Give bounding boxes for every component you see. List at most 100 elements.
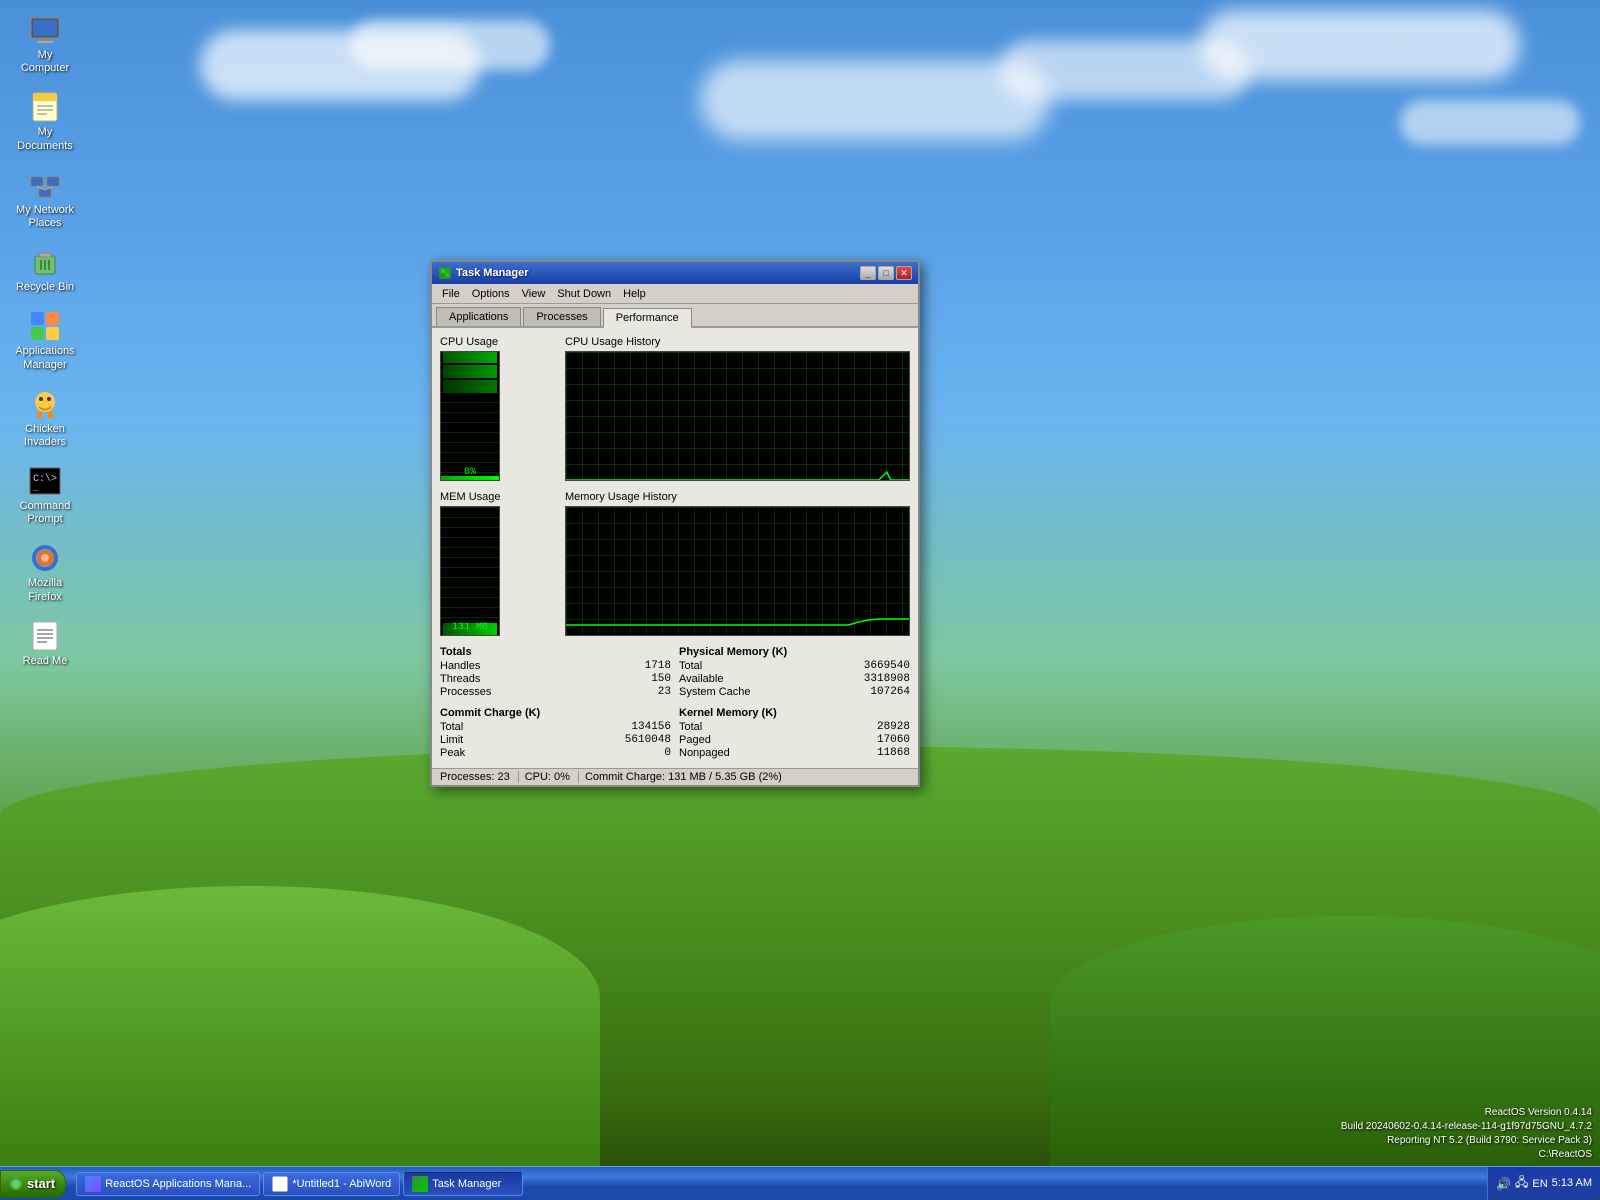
phys-cache-row: System Cache 107264 bbox=[679, 686, 910, 698]
sidebar-item-my-documents[interactable]: My Documents bbox=[10, 87, 80, 156]
desktop: My Computer My Documents bbox=[0, 0, 1600, 1200]
menu-view[interactable]: View bbox=[516, 286, 552, 302]
locale-indicator[interactable]: EN bbox=[1532, 1178, 1547, 1190]
systray: 🔊 🖧 EN 5:13 AM bbox=[1487, 1167, 1600, 1200]
phys-cache-val: 107264 bbox=[870, 686, 910, 698]
sidebar-item-apps-manager[interactable]: Applications Manager bbox=[10, 306, 80, 375]
taskbar-apps-manager-icon bbox=[85, 1176, 101, 1192]
system-clock[interactable]: 5:13 AM bbox=[1552, 1176, 1592, 1190]
kernel-nonpaged-row: Nonpaged 11868 bbox=[679, 747, 910, 759]
cpu-charts-row: CPU Usage 0% bbox=[440, 336, 910, 481]
kernel-memory-label: Kernel Memory (K) bbox=[679, 707, 910, 719]
mem-bar-chart: 131 MB bbox=[440, 506, 500, 636]
taskbar-taskmgr-label: Task Manager bbox=[432, 1178, 501, 1190]
threads-val: 150 bbox=[651, 673, 671, 685]
menu-file[interactable]: File bbox=[436, 286, 466, 302]
menu-shutdown[interactable]: Shut Down bbox=[551, 286, 617, 302]
taskbar: start ReactOS Applications Mana... *Unti… bbox=[0, 1166, 1600, 1200]
taskbar-items: ReactOS Applications Mana... *Untitled1 … bbox=[72, 1167, 1487, 1200]
kernel-nonpaged-val: 11868 bbox=[877, 747, 910, 759]
taskbar-abiword-icon bbox=[272, 1176, 288, 1192]
tab-applications[interactable]: Applications bbox=[436, 307, 521, 326]
sidebar-item-chicken-invaders[interactable]: Chicken Invaders bbox=[10, 384, 80, 453]
commit-total-row: Total 134156 bbox=[440, 721, 671, 733]
kernel-paged-row: Paged 17060 bbox=[679, 734, 910, 746]
reactos-info: ReactOS Version 0.4.14 Build 20240602-0.… bbox=[1341, 1106, 1592, 1162]
taskbar-item-abiword[interactable]: *Untitled1 - AbiWord bbox=[263, 1172, 400, 1196]
threads-key: Threads bbox=[440, 673, 480, 685]
my-network-icon bbox=[29, 169, 61, 201]
commit-peak-key: Peak bbox=[440, 747, 465, 759]
stats-grid: Totals Handles 1718 Threads 150 Processe… bbox=[440, 646, 910, 760]
apps-manager-icon bbox=[29, 310, 61, 342]
kernel-total-key: Total bbox=[679, 721, 702, 733]
cpu-usage-section: CPU Usage 0% bbox=[440, 336, 555, 481]
close-button[interactable]: ✕ bbox=[896, 266, 912, 280]
cpu-history-section: CPU Usage History bbox=[565, 336, 910, 481]
cpu-bar-chart: 0% bbox=[440, 351, 500, 481]
window-menubar: File Options View Shut Down Help bbox=[432, 284, 918, 304]
status-cpu: CPU: 0% bbox=[525, 771, 579, 783]
mem-history-section: Memory Usage History bbox=[565, 491, 910, 636]
cpu-usage-label: CPU Usage bbox=[440, 336, 555, 348]
mozilla-firefox-icon bbox=[29, 542, 61, 574]
reactos-nt: Reporting NT 5.2 (Build 3790: Service Pa… bbox=[1341, 1134, 1592, 1148]
cpu-history-label: CPU Usage History bbox=[565, 336, 910, 348]
sidebar-item-mozilla-firefox[interactable]: Mozilla Firefox bbox=[10, 538, 80, 607]
physical-memory-label: Physical Memory (K) bbox=[679, 646, 910, 658]
taskbar-abiword-label: *Untitled1 - AbiWord bbox=[292, 1178, 391, 1190]
sidebar-item-recycle-bin[interactable]: Recycle Bin bbox=[10, 242, 80, 298]
physical-memory-section: Physical Memory (K) Total 3669540 Availa… bbox=[679, 646, 910, 699]
read-me-label: Read Me bbox=[23, 655, 68, 668]
network-icon[interactable]: 🖧 bbox=[1515, 1173, 1528, 1194]
sidebar-item-command-prompt[interactable]: C:\> _ Command Prompt bbox=[10, 461, 80, 530]
command-prompt-icon: C:\> _ bbox=[29, 465, 61, 497]
phys-total-val: 3669540 bbox=[864, 660, 910, 672]
cpu-history-chart bbox=[565, 351, 910, 481]
mem-usage-label: MEM Usage bbox=[440, 491, 555, 503]
menu-options[interactable]: Options bbox=[466, 286, 516, 302]
window-titlebar[interactable]: Task Manager _ □ ✕ bbox=[432, 262, 918, 284]
minimize-button[interactable]: _ bbox=[860, 266, 876, 280]
commit-charge-section: Commit Charge (K) Total 134156 Limit 561… bbox=[440, 707, 671, 760]
sidebar-item-my-network[interactable]: My Network Places bbox=[10, 165, 80, 234]
kernel-nonpaged-key: Nonpaged bbox=[679, 747, 730, 759]
phys-available-row: Available 3318908 bbox=[679, 673, 910, 685]
sound-icon[interactable]: 🔊 bbox=[1496, 1177, 1511, 1191]
phys-available-val: 3318908 bbox=[864, 673, 910, 685]
commit-charge-label: Commit Charge (K) bbox=[440, 707, 671, 719]
tab-performance[interactable]: Performance bbox=[603, 308, 692, 328]
window-title: Task Manager bbox=[456, 267, 860, 279]
my-computer-icon bbox=[29, 14, 61, 46]
my-computer-label: My Computer bbox=[14, 49, 76, 75]
recycle-bin-label: Recycle Bin bbox=[16, 281, 74, 294]
maximize-button[interactable]: □ bbox=[878, 266, 894, 280]
commit-peak-val: 0 bbox=[664, 747, 671, 759]
desktop-icons: My Computer My Documents bbox=[10, 10, 80, 672]
start-label: start bbox=[27, 1176, 55, 1191]
commit-limit-val: 5610048 bbox=[625, 734, 671, 746]
kernel-total-val: 28928 bbox=[877, 721, 910, 733]
sidebar-item-my-computer[interactable]: My Computer bbox=[10, 10, 80, 79]
handles-key: Handles bbox=[440, 660, 480, 672]
processes-row: Processes 23 bbox=[440, 686, 671, 698]
task-manager-window: Task Manager _ □ ✕ File Options View Shu… bbox=[430, 260, 920, 787]
window-controls: _ □ ✕ bbox=[860, 266, 912, 280]
mem-history-chart bbox=[565, 506, 910, 636]
menu-help[interactable]: Help bbox=[617, 286, 652, 302]
phys-total-key: Total bbox=[679, 660, 702, 672]
window-tabs: Applications Processes Performance bbox=[432, 304, 918, 328]
commit-total-key: Total bbox=[440, 721, 463, 733]
sidebar-item-read-me[interactable]: Read Me bbox=[10, 616, 80, 672]
tab-processes[interactable]: Processes bbox=[523, 307, 600, 326]
taskbar-item-apps-manager[interactable]: ReactOS Applications Mana... bbox=[76, 1172, 260, 1196]
commit-total-val: 134156 bbox=[631, 721, 671, 733]
processes-key: Processes bbox=[440, 686, 491, 698]
kernel-total-row: Total 28928 bbox=[679, 721, 910, 733]
start-button[interactable]: start bbox=[0, 1170, 66, 1198]
svg-text:_: _ bbox=[32, 484, 38, 493]
kernel-paged-key: Paged bbox=[679, 734, 711, 746]
mozilla-firefox-label: Mozilla Firefox bbox=[14, 577, 76, 603]
commit-limit-row: Limit 5610048 bbox=[440, 734, 671, 746]
taskbar-item-taskmgr[interactable]: Task Manager bbox=[403, 1172, 523, 1196]
